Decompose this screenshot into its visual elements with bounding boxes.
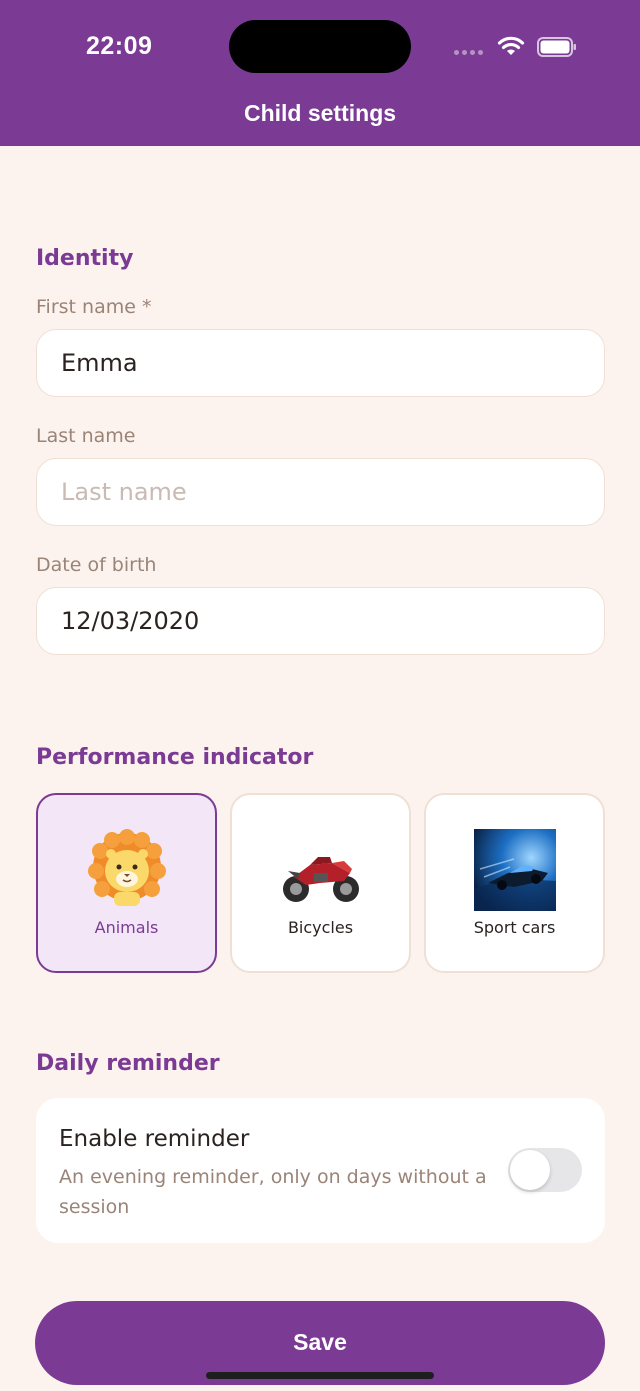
- performance-option-label: Bicycles: [287, 918, 354, 937]
- battery-icon: [537, 37, 576, 57]
- cellular-signal-icon: [454, 50, 483, 55]
- sport-car-icon: [473, 829, 556, 911]
- reminder-title: Enable reminder: [59, 1126, 250, 1152]
- date-of-birth-label: Date of birth: [36, 554, 157, 576]
- date-of-birth-field[interactable]: 12/03/2020: [36, 587, 605, 655]
- dynamic-island: [229, 20, 411, 73]
- performance-option-bicycles[interactable]: Bicycles: [230, 793, 411, 973]
- toggle-knob: [510, 1150, 550, 1190]
- status-bar: 22:09: [0, 0, 640, 88]
- reminder-section-title: Daily reminder: [36, 1051, 220, 1076]
- app-header: Child settings: [0, 88, 640, 146]
- reminder-card: Enable reminder An evening reminder, onl…: [36, 1098, 605, 1243]
- first-name-field[interactable]: Emma: [36, 329, 605, 397]
- home-indicator: [206, 1372, 434, 1379]
- performance-option-sport-cars[interactable]: Sport cars: [424, 793, 605, 973]
- status-time: 22:09: [86, 32, 153, 60]
- page-title: Child settings: [243, 100, 397, 126]
- save-button-label: Save: [293, 1329, 347, 1355]
- motorcycle-icon: [282, 857, 359, 902]
- performance-option-label: Sport cars: [473, 918, 556, 937]
- performance-option-animals[interactable]: Animals: [36, 793, 217, 973]
- last-name-field[interactable]: Last name: [36, 458, 605, 526]
- reminder-description: An evening reminder, only on days withou…: [59, 1166, 487, 1218]
- performance-option-label: Animals: [94, 918, 159, 937]
- last-name-placeholder: Last name: [61, 478, 187, 506]
- first-name-label: First name *: [36, 296, 152, 318]
- first-name-value: Emma: [61, 349, 138, 377]
- date-of-birth-value: 12/03/2020: [61, 607, 200, 635]
- reminder-toggle[interactable]: [508, 1148, 582, 1192]
- identity-section-title: Identity: [36, 246, 134, 271]
- last-name-label: Last name: [36, 425, 136, 447]
- wifi-icon: [497, 36, 525, 55]
- lion-icon: [87, 829, 166, 906]
- performance-section-title: Performance indicator: [36, 745, 314, 770]
